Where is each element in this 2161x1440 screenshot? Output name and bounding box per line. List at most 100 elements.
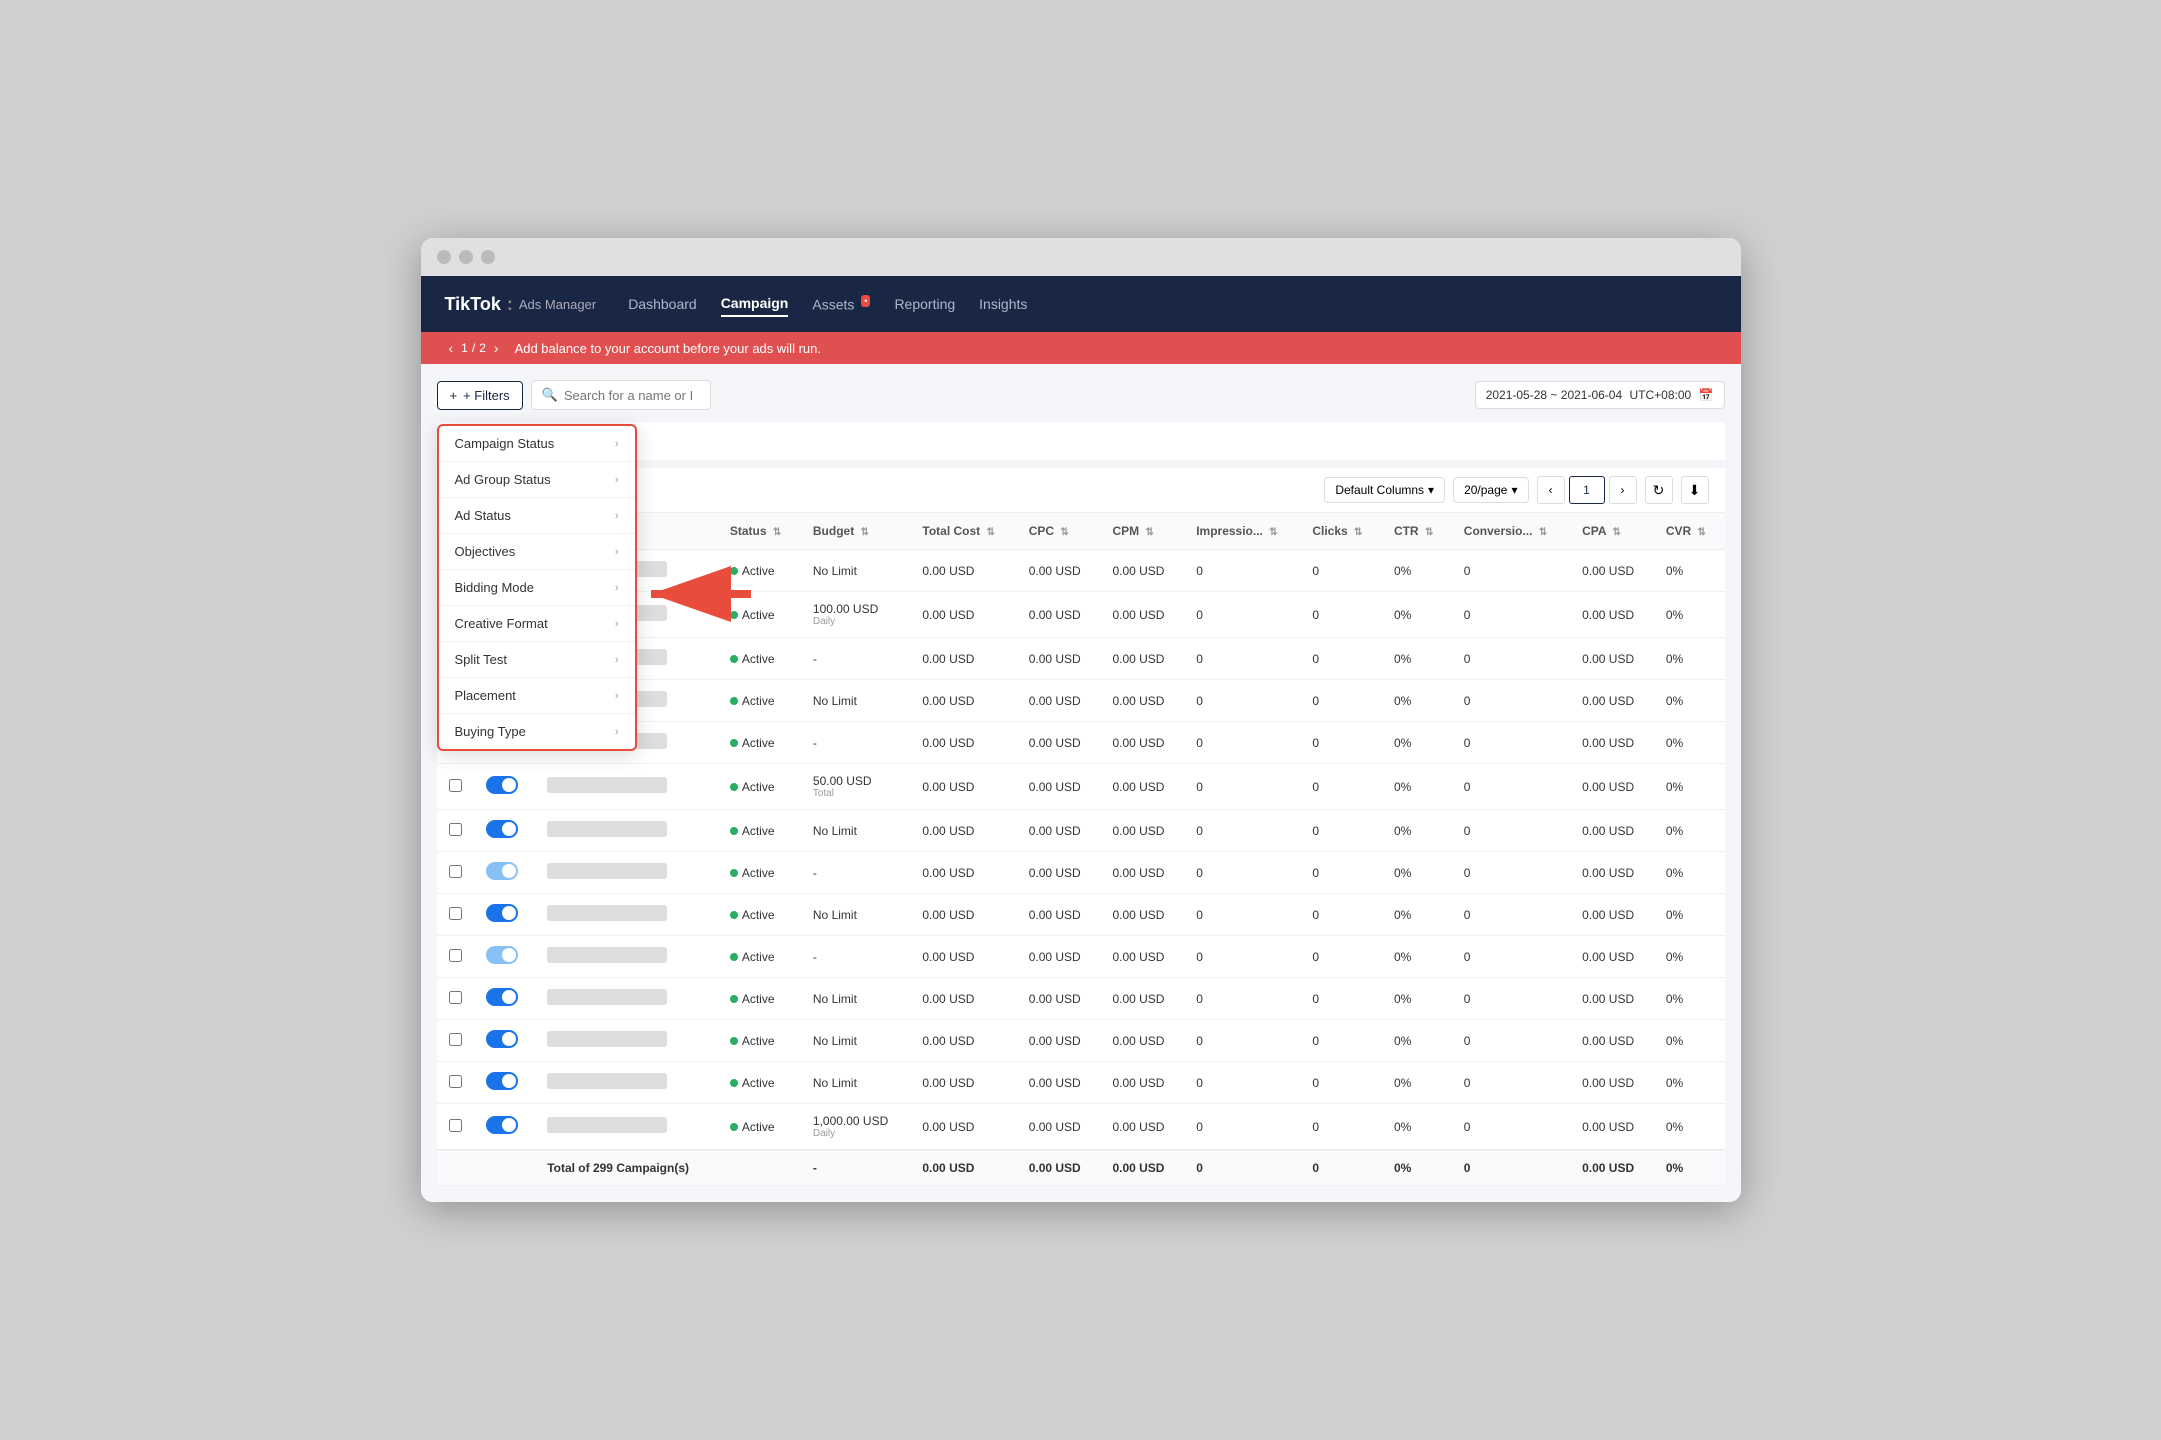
nav-insights[interactable]: Insights [979,292,1027,316]
refresh-button[interactable]: ↻ [1645,476,1673,504]
row-checkbox[interactable] [449,949,462,962]
row-ctr: 0% [1382,722,1452,764]
date-start: 2021-05-28 [1486,388,1547,402]
row-toggle-cell [474,978,536,1020]
row-toggle[interactable] [486,1030,518,1048]
status-dot-icon [730,995,738,1003]
row-conversions: 0 [1452,852,1570,894]
row-status: Active [718,680,801,722]
row-name[interactable]: ████████████ [547,1117,667,1133]
row-clicks: 0 [1300,852,1382,894]
row-checkbox[interactable] [449,865,462,878]
footer-budget: - [801,1150,910,1186]
row-cvr: 0% [1654,810,1725,852]
nav-campaign[interactable]: Campaign [721,291,789,317]
row-clicks: 0 [1300,978,1382,1020]
row-cpa: 0.00 USD [1570,592,1654,638]
row-toggle[interactable] [486,820,518,838]
row-cpm: 0.00 USD [1100,638,1184,680]
row-impressions: 0 [1184,680,1300,722]
row-budget: No Limit [801,550,910,592]
page-number-input[interactable] [1569,476,1605,504]
row-status: Active [718,1020,801,1062]
sort-total-cost-icon[interactable]: ⇅ [987,527,995,538]
row-name[interactable]: ██████████████ [547,777,667,793]
default-columns-button[interactable]: Default Columns ▾ [1324,477,1445,503]
row-status: Active [718,1062,801,1104]
row-name[interactable]: █████████████████ [547,947,667,963]
sort-cpa-icon[interactable]: ⇅ [1612,527,1620,538]
row-cvr: 0% [1654,550,1725,592]
filter-adgroup-status[interactable]: Ad Group Status › [439,462,635,498]
row-toggle-cell [474,894,536,936]
row-name[interactable]: █████████████ [547,1031,667,1047]
sort-cvr-icon[interactable]: ⇅ [1698,527,1706,538]
filter-split-test[interactable]: Split Test › [439,642,635,678]
row-name[interactable]: █████████████ [547,821,667,837]
brand-sub: Ads Manager [519,297,596,312]
row-checkbox[interactable] [449,823,462,836]
row-checkbox[interactable] [449,1119,462,1132]
row-toggle[interactable] [486,1072,518,1090]
sort-cpc-icon[interactable]: ⇅ [1060,527,1068,538]
filter-objectives[interactable]: Objectives › [439,534,635,570]
alert-prev-btn[interactable]: ‹ [445,340,458,356]
sort-cpm-icon[interactable]: ⇅ [1145,527,1153,538]
row-name[interactable]: ██████████████████ [547,1073,667,1089]
row-name[interactable]: ██████████████ [547,989,667,1005]
row-name[interactable]: ████████████ [547,905,667,921]
row-checkbox[interactable] [449,907,462,920]
row-name[interactable]: ██████████████████ [547,863,667,879]
filter-left: + + Filters 🔍 [437,380,711,410]
row-status: Active [718,550,801,592]
row-toggle[interactable] [486,904,518,922]
nav-dashboard[interactable]: Dashboard [628,292,697,316]
sort-conversions-icon[interactable]: ⇅ [1539,527,1547,538]
nav-reporting[interactable]: Reporting [894,292,955,316]
row-ctr: 0% [1382,936,1452,978]
filter-right: 2021-05-28 ~ 2021-06-04 UTC+08:00 📅 [1475,381,1725,409]
row-name-cell: █████████████ [535,1020,718,1062]
row-budget: - [801,936,910,978]
row-toggle-cell [474,1104,536,1151]
sort-impressions-icon[interactable]: ⇅ [1269,527,1277,538]
sort-clicks-icon[interactable]: ⇅ [1354,527,1362,538]
row-checkbox[interactable] [449,1075,462,1088]
row-toggle[interactable] [486,946,518,964]
row-toggle[interactable] [486,776,518,794]
row-ctr: 0% [1382,852,1452,894]
col-ctr: CTR ⇅ [1382,513,1452,550]
filter-ad-status[interactable]: Ad Status › [439,498,635,534]
per-page-button[interactable]: 20/page ▾ [1453,477,1528,503]
row-ctr: 0% [1382,1062,1452,1104]
row-clicks: 0 [1300,764,1382,810]
row-impressions: 0 [1184,1104,1300,1151]
alert-nav: ‹ 1 / 2 › [445,340,503,356]
row-status: Active [718,764,801,810]
search-input[interactable] [564,388,694,403]
alert-next-btn[interactable]: › [490,340,503,356]
browser-titlebar [421,238,1741,276]
download-button[interactable]: ⬇ [1681,476,1709,504]
filter-campaign-status[interactable]: Campaign Status › [439,426,635,462]
sort-status-icon[interactable]: ⇅ [773,527,781,538]
filters-button[interactable]: + + Filters [437,381,523,410]
row-toggle[interactable] [486,988,518,1006]
table-row: ██████████████ Active 50.00 USDTotal 0.0… [437,764,1725,810]
filter-buying-type[interactable]: Buying Type › [439,714,635,749]
sort-ctr-icon[interactable]: ⇅ [1425,527,1433,538]
nav-assets[interactable]: Assets • [812,292,870,317]
filter-bidding-mode[interactable]: Bidding Mode › [439,570,635,606]
row-checkbox[interactable] [449,1033,462,1046]
row-toggle[interactable] [486,862,518,880]
row-checkbox[interactable] [449,779,462,792]
row-toggle[interactable] [486,1116,518,1134]
row-checkbox[interactable] [449,991,462,1004]
sort-budget-icon[interactable]: ⇅ [861,527,869,538]
pagination-prev-button[interactable]: ‹ [1537,476,1565,504]
pagination-next-button[interactable]: › [1609,476,1637,504]
filter-placement[interactable]: Placement › [439,678,635,714]
row-status: Active [718,894,801,936]
filter-creative-format[interactable]: Creative Format › [439,606,635,642]
date-range[interactable]: 2021-05-28 ~ 2021-06-04 UTC+08:00 📅 [1475,381,1725,409]
